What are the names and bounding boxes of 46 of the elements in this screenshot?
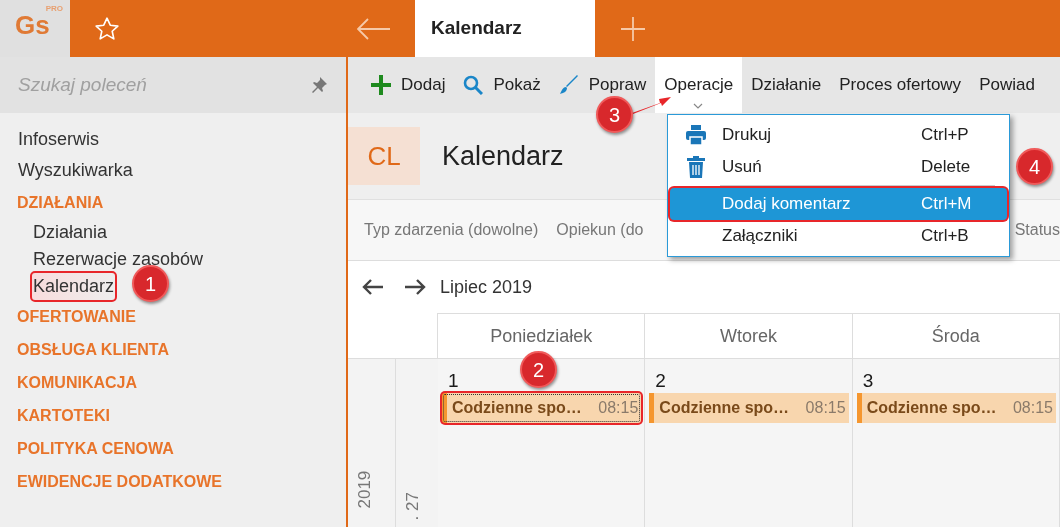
caret-icon (693, 103, 704, 109)
day-header: Poniedziałek (490, 324, 593, 348)
day-header: Wtorek (720, 324, 777, 348)
day-header: Środa (931, 324, 980, 348)
toolbar-button[interactable]: Powiad (970, 57, 1044, 113)
sidebar-item[interactable]: Kalendarz (32, 273, 116, 300)
right-arrow-icon[interactable] (404, 278, 426, 296)
printer-icon (686, 125, 706, 145)
brush-icon (558, 75, 579, 95)
toolbar-button[interactable]: Proces ofertowy (830, 57, 971, 113)
filter-label[interactable]: Opiekun (do (556, 218, 644, 242)
plus-icon[interactable] (621, 16, 645, 41)
search-field[interactable]: Szukaj poleceń (0, 57, 346, 113)
calendar-event[interactable]: Codzienne spo… 08:15 (649, 393, 849, 423)
week-label: . 27 (403, 492, 421, 521)
star-icon[interactable] (94, 15, 120, 42)
menu-item[interactable]: Drukuj Ctrl+P (670, 119, 1007, 151)
left-arrow-icon[interactable] (362, 278, 384, 296)
day-number: 3 (862, 370, 874, 391)
toolbar-button[interactable]: Pokaż (454, 57, 550, 113)
day-number: 1 (448, 370, 459, 391)
filter-label[interactable]: Typ zdarzenia (dowolne) (364, 218, 539, 242)
trash-icon (687, 156, 705, 178)
back-arrow-icon[interactable] (357, 17, 391, 40)
calendar-event[interactable]: Codzienne spo… 08:15 (442, 393, 642, 423)
plus-icon (371, 75, 391, 95)
calendar-event[interactable]: Codzienne spo… 08:15 (856, 393, 1056, 423)
pointer-arrow-icon (630, 95, 672, 115)
search-field[interactable]: Szukaj poleceń (18, 70, 268, 100)
sidebar-item[interactable]: Infoserwis (17, 126, 101, 153)
sidebar-item[interactable]: Wyszukiwarka (17, 157, 134, 184)
toolbar-button[interactable]: Działanie (742, 57, 831, 113)
toolbar-button[interactable]: Dodaj (362, 57, 455, 113)
logo: Gs $^{PRO}$ (0, 0, 70, 57)
pin-icon[interactable] (310, 76, 328, 94)
menu-item[interactable]: Usuń Delete (670, 151, 1007, 183)
year-label: 2019 (355, 470, 373, 509)
month-label: Lipiec 2019 (440, 275, 533, 299)
page-title: Kalendarz (442, 139, 564, 173)
page-badge: CL (348, 127, 420, 185)
sidebar-item[interactable]: Działania (32, 219, 109, 246)
menu-item[interactable]: Załączniki Ctrl+B (670, 220, 1007, 252)
search-icon (463, 75, 484, 95)
filter-label[interactable]: Status (1014, 218, 1060, 242)
day-number: 2 (655, 370, 666, 391)
toolbar-button[interactable]: Operacje (655, 57, 743, 113)
